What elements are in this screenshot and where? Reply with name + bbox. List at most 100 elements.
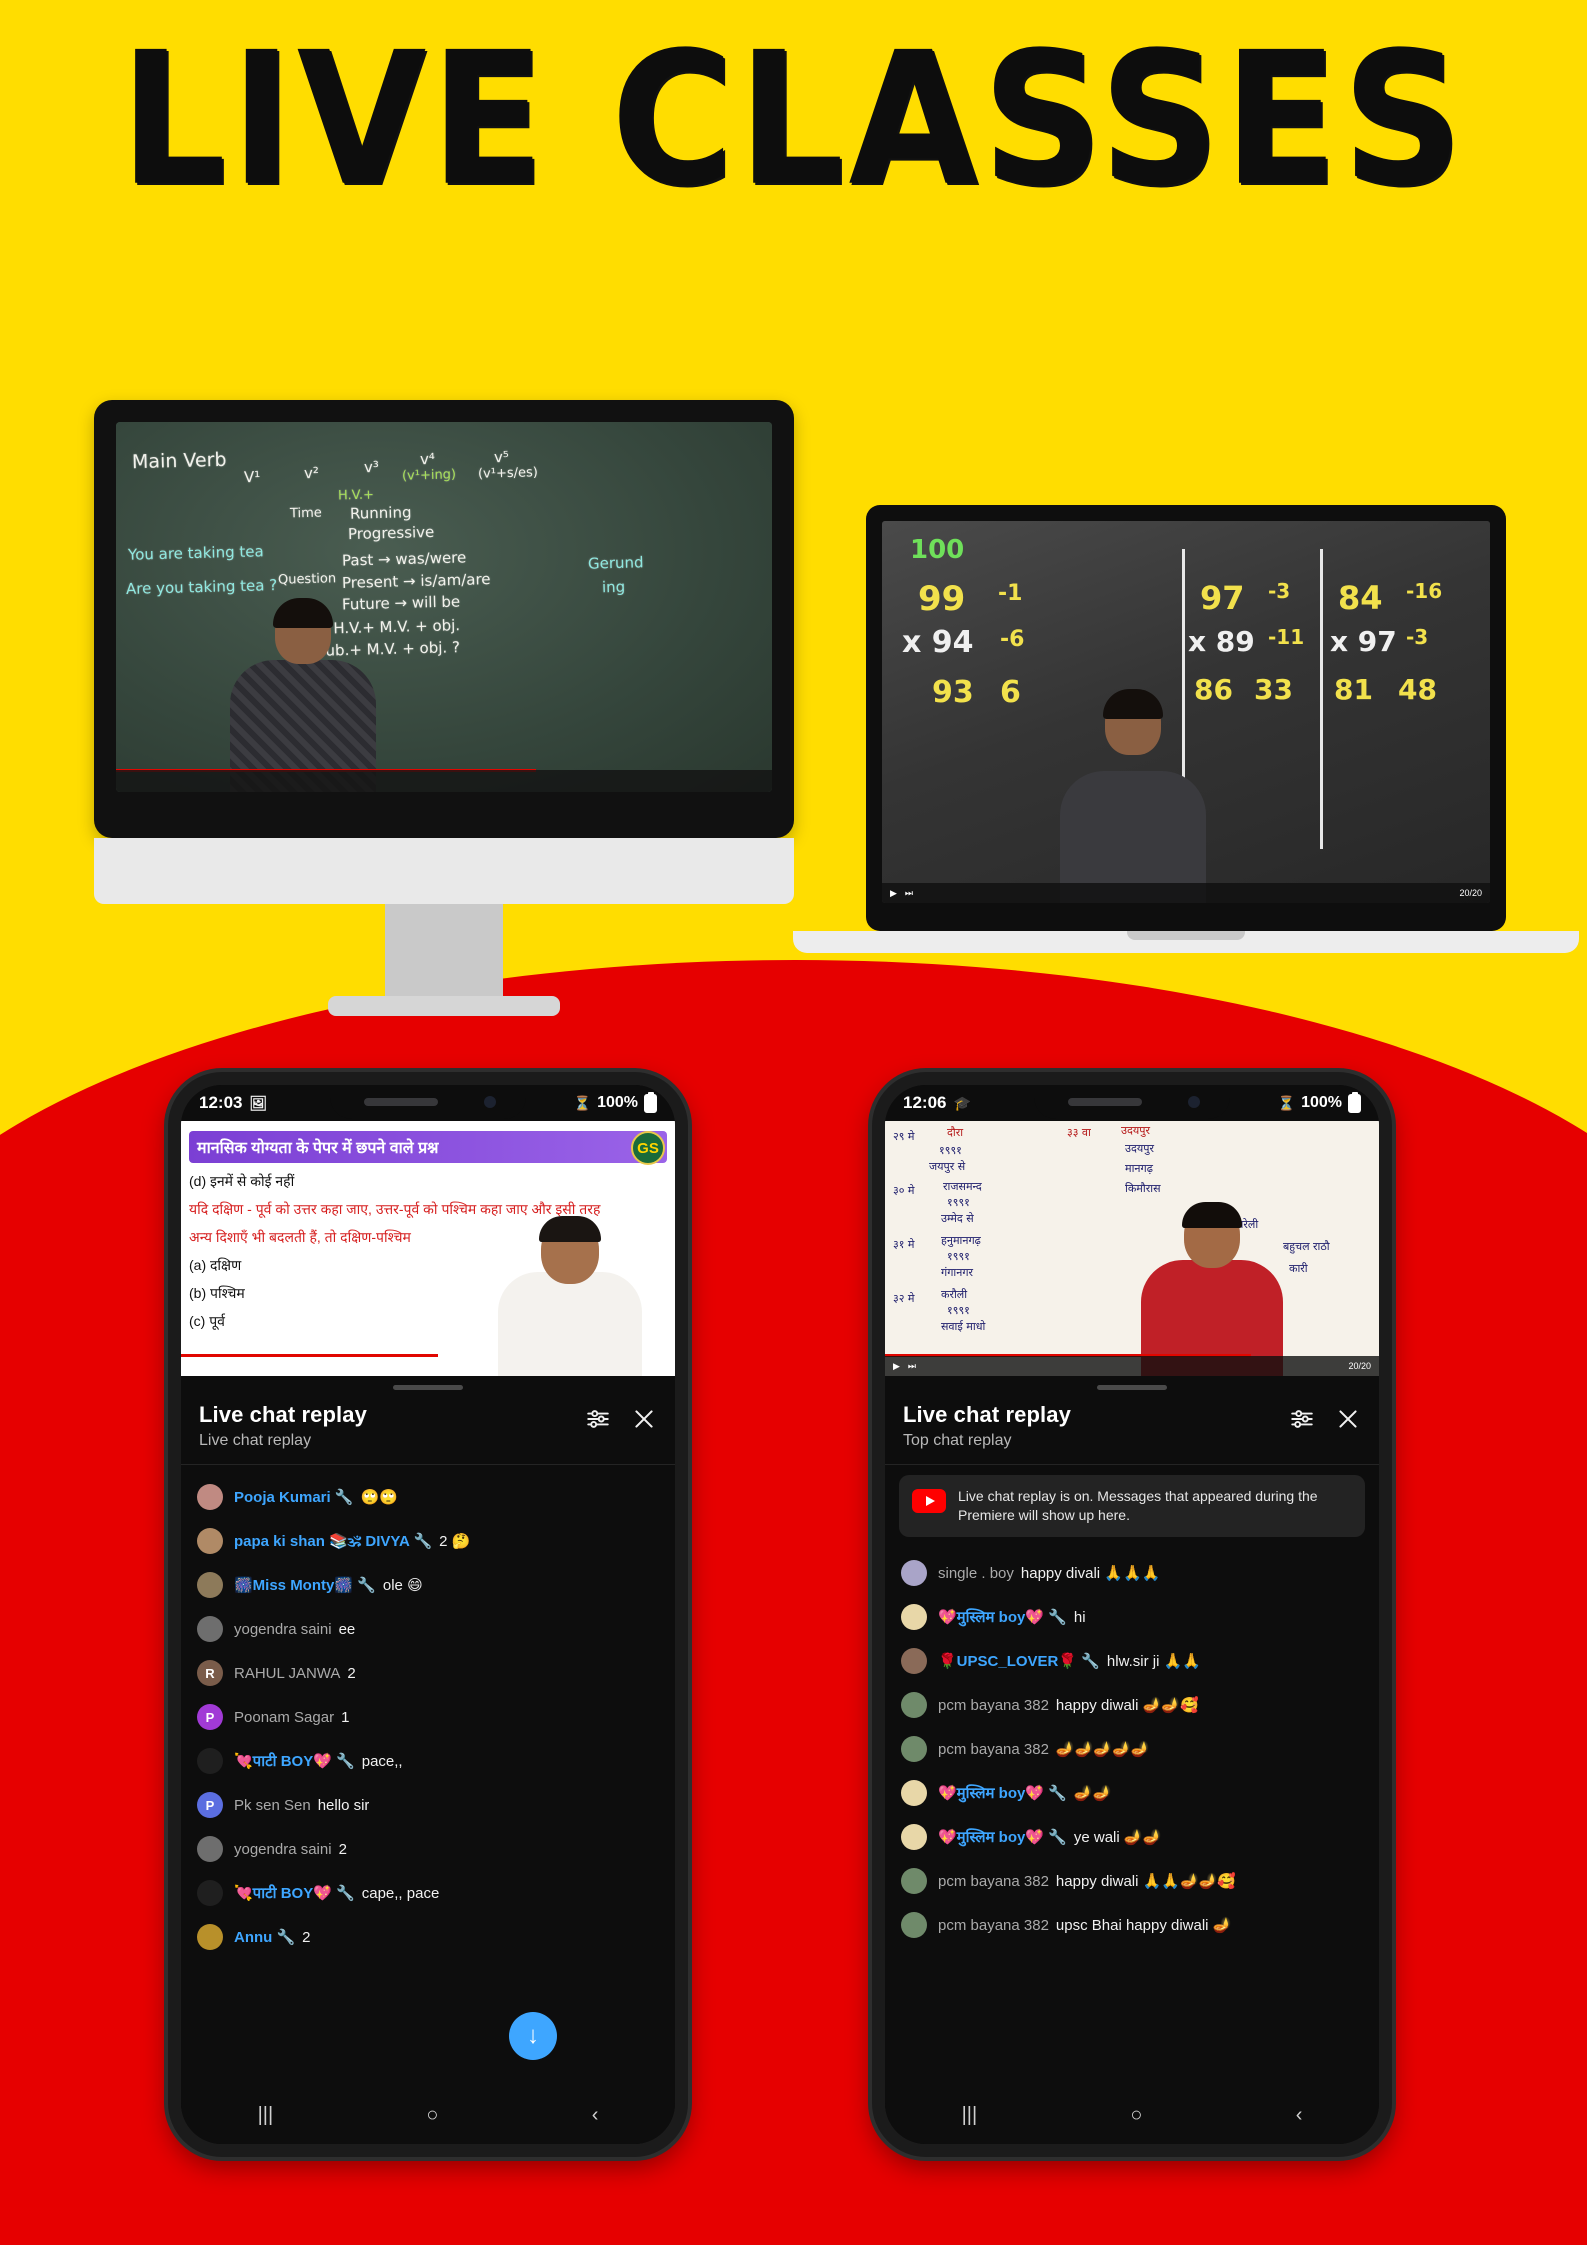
chat-message[interactable]: 💘पाटी BOY💖 🔧 pace,, xyxy=(181,1739,675,1783)
close-icon[interactable] xyxy=(631,1406,657,1437)
back-icon[interactable]: ‹ xyxy=(1296,2104,1303,2127)
avatar[interactable]: R xyxy=(197,1660,223,1686)
chat-settings-icon[interactable] xyxy=(585,1406,611,1437)
avatar[interactable] xyxy=(901,1868,927,1895)
chat-message-text: upsc Bhai happy diwali xyxy=(1055,1917,1213,1935)
chat-message[interactable]: Pooja Kumari 🔧 🙄🙄 xyxy=(181,1475,675,1519)
next-icon[interactable]: ⏭ xyxy=(908,1361,916,1372)
chat-author-name[interactable]: 💖मुस्लिम boy💖 🔧 xyxy=(938,1785,1067,1802)
chat-message[interactable]: 💖मुस्लिम boy💖 🔧 ye wali 🪔🪔 xyxy=(885,1815,1379,1859)
chat-author-name[interactable]: 🎆Miss Monty🎆 🔧 xyxy=(234,1577,376,1594)
avatar[interactable] xyxy=(901,1604,927,1631)
video-control-bar[interactable] xyxy=(116,770,772,792)
chat-author-name[interactable]: pcm bayana 382 xyxy=(938,1873,1049,1890)
chat-author-name[interactable]: yogendra saini xyxy=(234,1621,332,1638)
chat-message-list[interactable]: single . boy happy divali 🙏🙏🙏 💖मुस्लिम boy… xyxy=(885,1541,1379,1947)
chat-author-name[interactable]: 💘पाटी BOY💖 🔧 xyxy=(234,1753,355,1770)
chat-message-body: 💖मुस्लिम boy💖 🔧 🪔🪔 xyxy=(938,1783,1111,1803)
avatar[interactable] xyxy=(197,1924,223,1950)
chat-message[interactable]: pcm bayana 382 🪔🪔🪔🪔🪔 xyxy=(885,1727,1379,1771)
chat-message[interactable]: yogendra saini ee xyxy=(181,1607,675,1651)
chat-author-name[interactable]: 🌹UPSC_LOVER🌹 🔧 xyxy=(938,1653,1100,1670)
chat-author-name[interactable]: pcm bayana 382 xyxy=(938,1741,1049,1758)
chat-message[interactable]: papa ki shan 📚🕉 DIVYA 🔧 2 🤔 xyxy=(181,1519,675,1563)
chat-message[interactable]: pcm bayana 382 happy diwali 🙏🙏🪔🪔🥰 xyxy=(885,1859,1379,1903)
phone-notch xyxy=(1034,1085,1230,1119)
avatar[interactable] xyxy=(197,1572,223,1598)
chat-author-name[interactable]: pcm bayana 382 xyxy=(938,1697,1049,1714)
chat-author-name[interactable]: single . boy xyxy=(938,1565,1014,1582)
avatar[interactable] xyxy=(901,1824,927,1851)
chat-subtitle[interactable]: Live chat replay xyxy=(199,1432,585,1450)
chat-author-name[interactable]: Poonam Sagar xyxy=(234,1709,334,1726)
slide-note: जयपुर से xyxy=(929,1160,966,1173)
next-icon[interactable]: ⏭ xyxy=(905,888,913,899)
instructor-hair xyxy=(1182,1202,1242,1228)
video-player[interactable]: २९ मे दौरा १९९१ जयपुर से ३० मे राजसमन्द … xyxy=(885,1121,1379,1376)
chat-message[interactable]: pcm bayana 382 happy diwali 🪔🪔🥰 xyxy=(885,1683,1379,1727)
chat-message-list[interactable]: Pooja Kumari 🔧 🙄🙄 papa ki shan 📚🕉 DIVYA 🔧 2… xyxy=(181,1465,675,1959)
avatar[interactable] xyxy=(901,1692,927,1719)
avatar[interactable] xyxy=(197,1880,223,1906)
video-player[interactable]: मानसिक योग्यता के पेपर में छपने वाले प्र… xyxy=(181,1121,675,1376)
chat-author-name[interactable]: pcm bayana 382 xyxy=(938,1917,1049,1934)
chat-settings-icon[interactable] xyxy=(1289,1406,1315,1437)
chat-message-text: 2 xyxy=(347,1664,356,1682)
chat-message-body: 💖मुस्लिम boy💖 🔧 ye wali 🪔🪔 xyxy=(938,1827,1161,1847)
chat-message-emoji: 🙏🙏🪔🪔🥰 xyxy=(1142,1872,1237,1891)
chat-author-name[interactable]: Pooja Kumari 🔧 xyxy=(234,1489,354,1506)
avatar[interactable]: P xyxy=(197,1792,223,1818)
back-icon[interactable]: ‹ xyxy=(592,2104,599,2127)
chat-author-name[interactable]: 💖मुस्लिम boy💖 🔧 xyxy=(938,1609,1067,1626)
play-icon[interactable]: ▶ xyxy=(890,888,897,899)
chat-subtitle[interactable]: Top chat replay xyxy=(903,1432,1289,1450)
chat-author-name[interactable]: yogendra saini xyxy=(234,1841,332,1858)
home-icon[interactable]: ○ xyxy=(426,2104,438,2127)
chat-author-name[interactable]: papa ki shan 📚🕉 DIVYA 🔧 xyxy=(234,1533,432,1550)
chat-message[interactable]: Annu 🔧 2 xyxy=(181,1915,675,1959)
chat-message[interactable]: P Pk sen Sen hello sir xyxy=(181,1783,675,1827)
chat-author-name[interactable]: Pk sen Sen xyxy=(234,1797,311,1814)
avatar[interactable] xyxy=(197,1528,223,1554)
chat-message[interactable]: 🎆Miss Monty🎆 🔧 ole 😄 xyxy=(181,1563,675,1607)
chat-message-body: pcm bayana 382 upsc Bhai happy diwali 🪔 xyxy=(938,1916,1231,1934)
chat-author-name[interactable]: 💖मुस्लिम boy💖 🔧 xyxy=(938,1829,1067,1846)
video-control-bar[interactable]: ▶ ⏭ 20/20 xyxy=(882,883,1490,903)
avatar[interactable] xyxy=(901,1780,927,1807)
status-time: 12:03 xyxy=(199,1093,243,1112)
chat-message[interactable]: P Poonam Sagar 1 xyxy=(181,1695,675,1739)
avatar[interactable] xyxy=(197,1484,223,1510)
scroll-to-bottom-button[interactable]: ↓ xyxy=(509,2012,557,2060)
chat-author-name[interactable]: RAHUL JANWA xyxy=(234,1665,340,1682)
chat-message[interactable]: yogendra saini 2 xyxy=(181,1827,675,1871)
avatar[interactable] xyxy=(197,1748,223,1774)
chat-message-body: Poonam Sagar 1 xyxy=(234,1709,349,1726)
home-icon[interactable]: ○ xyxy=(1130,2104,1142,2127)
chat-message[interactable]: 💖मुस्लिम boy💖 🔧 🪔🪔 xyxy=(885,1771,1379,1815)
chat-author-name[interactable]: 💘पाटी BOY💖 🔧 xyxy=(234,1885,355,1902)
play-icon[interactable]: ▶ xyxy=(893,1361,900,1372)
avatar[interactable] xyxy=(901,1560,927,1587)
chat-message[interactable]: R RAHUL JANWA 2 xyxy=(181,1651,675,1695)
instructor-hair xyxy=(273,598,333,628)
phone-left: 12:03 🖼 ⏳ 100% मानसिक योग्यता के पेपर मे… xyxy=(168,1072,688,2157)
chat-message[interactable]: pcm bayana 382 upsc Bhai happy diwali 🪔 xyxy=(885,1903,1379,1947)
chat-author-name[interactable]: Annu 🔧 xyxy=(234,1929,295,1946)
recents-icon[interactable]: ||| xyxy=(258,2104,274,2127)
avatar[interactable] xyxy=(197,1836,223,1862)
chat-message[interactable]: 💖मुस्लिम boy💖 🔧 hi xyxy=(885,1595,1379,1639)
avatar[interactable] xyxy=(901,1736,927,1763)
chat-message[interactable]: 🌹UPSC_LOVER🌹 🔧 hlw.sir ji 🙏🙏 xyxy=(885,1639,1379,1683)
avatar[interactable] xyxy=(197,1616,223,1642)
chat-message[interactable]: 💘पाटी BOY💖 🔧 cape,, pace xyxy=(181,1871,675,1915)
video-progress-bar[interactable] xyxy=(181,1354,438,1357)
video-control-bar[interactable]: ▶ ⏭ 20/20 xyxy=(885,1356,1379,1376)
avatar[interactable] xyxy=(901,1912,927,1939)
close-icon[interactable] xyxy=(1335,1406,1361,1437)
avatar[interactable] xyxy=(901,1648,927,1675)
board-text: Main Verb xyxy=(131,448,227,474)
instructor-figure xyxy=(228,598,378,792)
avatar[interactable]: P xyxy=(197,1704,223,1730)
recents-icon[interactable]: ||| xyxy=(962,2104,978,2127)
chat-message[interactable]: single . boy happy divali 🙏🙏🙏 xyxy=(885,1551,1379,1595)
